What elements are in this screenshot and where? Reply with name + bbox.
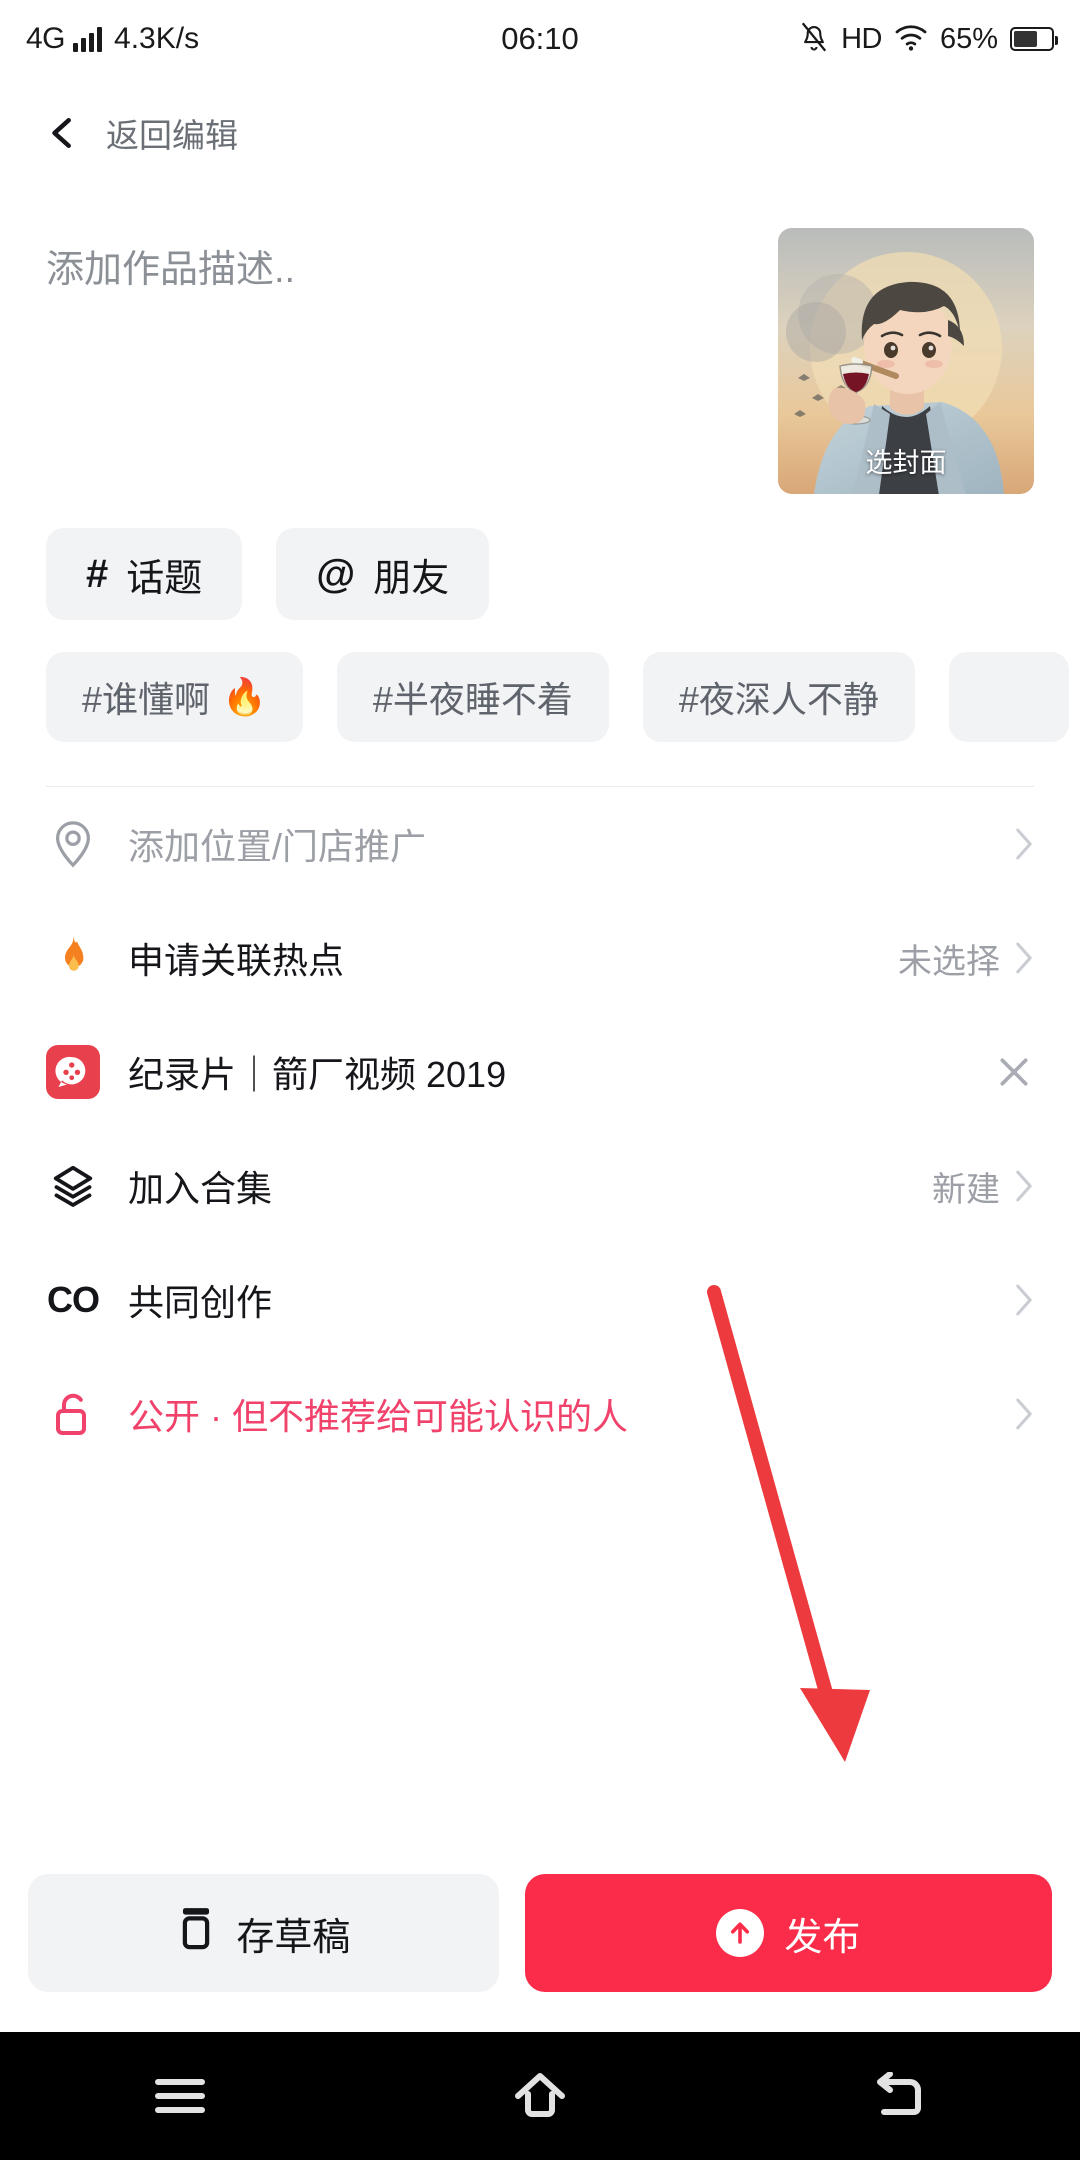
layers-icon <box>46 1159 100 1213</box>
menu-icon[interactable] <box>120 2051 240 2141</box>
close-icon[interactable] <box>994 1052 1034 1092</box>
insert-chip-row: # 话题 @ 朋友 <box>0 494 1080 620</box>
row-location-right <box>1014 827 1034 861</box>
hash-icon: # <box>86 551 109 596</box>
row-visibility-right <box>1014 1397 1034 1431</box>
row-linked-content[interactable]: 纪录片｜箭厂视频 2019 <box>46 1015 1034 1129</box>
description-section: 添加作品描述.. 选封面 <box>0 188 1080 494</box>
flame-emoji-icon: 🔥 <box>222 676 267 717</box>
row-hotspot-value: 未选择 <box>898 942 1000 981</box>
android-nav-bar <box>0 2032 1080 2160</box>
back-to-edit-label[interactable]: 返回编辑 <box>106 109 238 157</box>
arrow-up-circle-icon <box>716 1909 765 1957</box>
suggested-tag-chip-partial[interactable] <box>948 652 1069 742</box>
description-input-wrap[interactable]: 添加作品描述.. <box>46 228 778 494</box>
topic-chip-label: 话题 <box>126 557 203 600</box>
suggested-tag-label: #夜深人不静 <box>678 679 879 720</box>
row-linked-content-right <box>994 1052 1034 1092</box>
row-hotspot[interactable]: 申请关联热点 未选择 <box>46 901 1034 1015</box>
hd-icon: HD <box>841 22 882 55</box>
draft-box-icon <box>176 1905 216 1961</box>
battery-percent-label: 65% <box>939 22 998 55</box>
home-icon[interactable] <box>480 2051 600 2141</box>
publish-label: 发布 <box>784 1916 861 1959</box>
description-input[interactable]: 添加作品描述.. <box>46 228 748 295</box>
suggested-tag-chip[interactable]: #谁懂啊 🔥 <box>46 652 303 742</box>
save-draft-label: 存草稿 <box>236 1916 351 1959</box>
film-reel-icon <box>46 1045 100 1099</box>
app-screen: 4G 4.3K/s 06:10 HD 65% 返回编辑 添加作品描述.. 选封面… <box>0 0 1080 2160</box>
row-collection-right: 新建 <box>932 1162 1034 1211</box>
save-draft-button[interactable]: 存草稿 <box>28 1874 499 1992</box>
bottom-action-bar: 存草稿 发布 <box>0 1874 1080 2032</box>
back-icon[interactable] <box>840 2051 960 2141</box>
row-hotspot-right: 未选择 <box>898 934 1034 983</box>
at-icon: @ <box>316 551 356 596</box>
unlock-icon <box>46 1387 100 1441</box>
row-hotspot-label: 申请关联热点 <box>128 940 345 981</box>
flex-spacer <box>0 1471 1080 1874</box>
chevron-right-icon <box>1014 1397 1034 1431</box>
topic-chip[interactable]: # 话题 <box>46 528 243 620</box>
flame-icon <box>46 931 100 985</box>
status-bar-left: 4G 4.3K/s <box>26 22 199 56</box>
wifi-icon <box>894 23 928 56</box>
network-type-label: 4G <box>26 22 66 55</box>
chevron-right-icon <box>1014 827 1034 861</box>
page-header: 返回编辑 <box>0 78 1080 188</box>
co-icon: CO <box>47 1279 100 1320</box>
chevron-right-icon <box>1014 1169 1034 1203</box>
status-bar-right: HD 65% <box>799 20 1058 59</box>
row-co-creation-right <box>1014 1283 1034 1317</box>
signal-bars-icon <box>73 26 103 52</box>
row-collection-value: 新建 <box>932 1170 1000 1209</box>
suggested-tag-row[interactable]: #谁懂啊 🔥 #半夜睡不着 #夜深人不静 <box>0 620 1080 742</box>
row-visibility-label: 公开 · 但不推荐给可能认识的人 <box>128 1396 628 1437</box>
chevron-right-icon <box>1014 1283 1034 1317</box>
suggested-tag-label: #半夜睡不着 <box>372 679 573 720</box>
status-bar: 4G 4.3K/s 06:10 HD 65% <box>0 0 1080 78</box>
row-co-creation[interactable]: CO 共同创作 <box>46 1243 1034 1357</box>
chevron-left-icon[interactable] <box>46 116 80 150</box>
cover-label[interactable]: 选封面 <box>778 441 1034 480</box>
row-collection[interactable]: 加入合集 新建 <box>46 1129 1034 1243</box>
chevron-right-icon <box>1014 941 1034 975</box>
mute-icon <box>799 20 829 59</box>
friend-chip-label: 朋友 <box>373 557 450 600</box>
row-visibility[interactable]: 公开 · 但不推荐给可能认识的人 <box>46 1357 1034 1471</box>
suggested-tag-chip[interactable]: #夜深人不静 <box>642 652 915 742</box>
location-pin-icon <box>46 817 100 871</box>
row-co-creation-label: 共同创作 <box>128 1282 273 1323</box>
battery-icon <box>1010 27 1058 51</box>
cover-thumbnail[interactable]: 选封面 <box>778 228 1034 494</box>
settings-rows: 添加位置/门店推广 申请关联热点 未选择 纪录片｜箭厂视频 2019 加入合集 … <box>0 787 1080 1471</box>
suggested-tag-chip[interactable]: #半夜睡不着 <box>336 652 609 742</box>
suggested-tag-label: #谁懂啊 <box>82 679 211 720</box>
friend-chip[interactable]: @ 朋友 <box>276 528 490 620</box>
row-linked-content-label: 纪录片｜箭厂视频 2019 <box>128 1054 507 1095</box>
publish-button[interactable]: 发布 <box>524 1874 1052 1992</box>
row-location-label: 添加位置/门店推广 <box>128 826 427 867</box>
network-speed-label: 4.3K/s <box>114 22 200 55</box>
row-collection-label: 加入合集 <box>128 1168 273 1209</box>
row-location[interactable]: 添加位置/门店推广 <box>46 787 1034 901</box>
